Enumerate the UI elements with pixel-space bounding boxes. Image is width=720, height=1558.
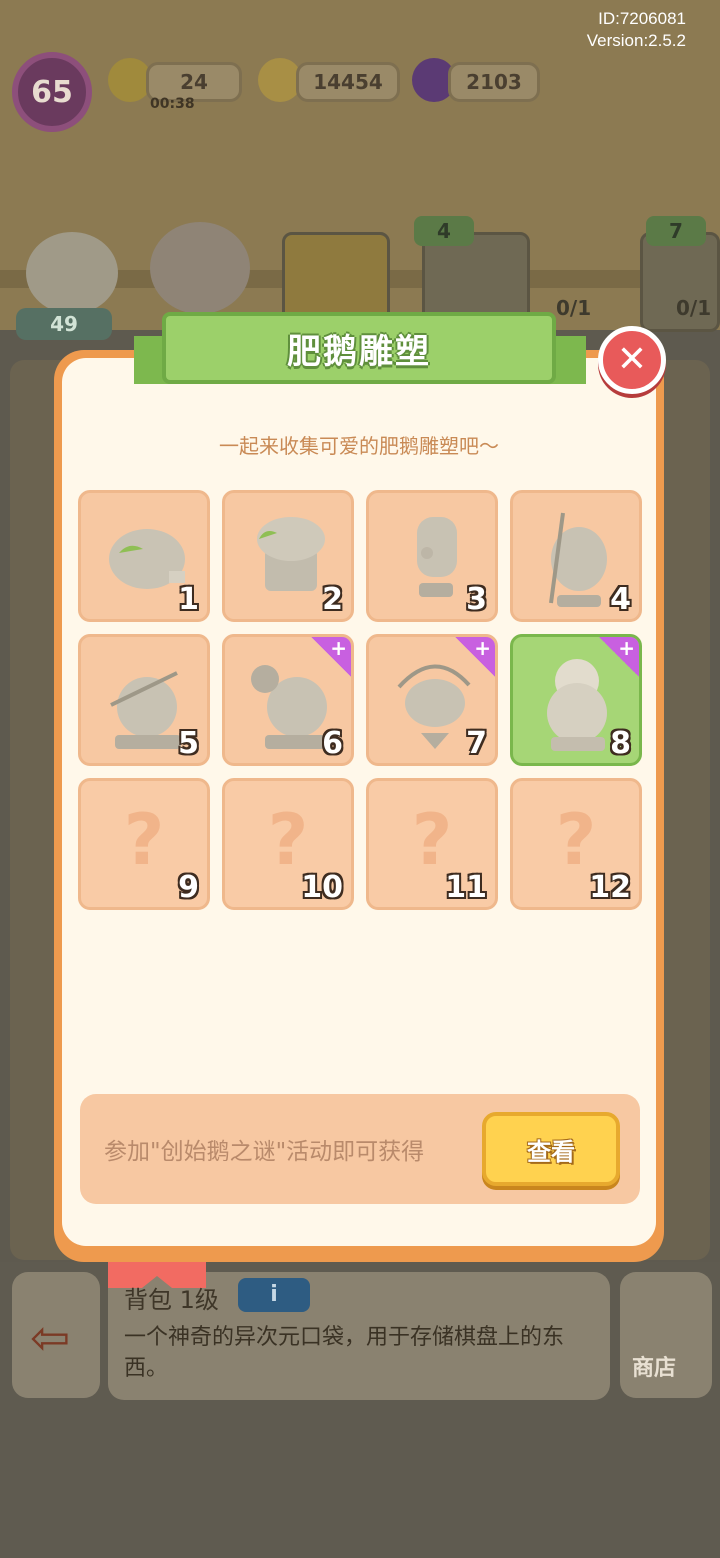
question-mark-icon: ? (267, 799, 309, 881)
view-button[interactable]: 查看 (482, 1112, 620, 1186)
shop-label: 商店 (632, 1356, 677, 1381)
info-icon: i (270, 1282, 278, 1307)
acquire-hint-text: 参加"创始鹅之谜"活动即可获得 (104, 1139, 425, 1165)
statue-tile-12[interactable]: ? 12 (510, 778, 642, 910)
statue-number: 1 (178, 582, 199, 617)
modal-subtitle: 一起来收集可爱的肥鹅雕塑吧～ (219, 434, 499, 458)
statue-tile-2[interactable]: 2 (222, 490, 354, 622)
coin-value: 14454 (313, 70, 383, 94)
new-item-flag-label: + (618, 636, 635, 660)
question-mark-icon: ? (555, 799, 597, 881)
new-item-flag-icon: + (309, 636, 351, 679)
modal-title-banner: 肥鹅雕塑 (162, 312, 556, 384)
statue-number: 3 (466, 582, 487, 617)
goose-villager-character[interactable] (150, 222, 250, 314)
statue-number: 9 (178, 870, 199, 905)
star-counter: 49 (16, 308, 112, 340)
statue-number: 12 (589, 870, 631, 905)
statue-number: 11 (445, 870, 487, 905)
goose-worker-character[interactable] (26, 232, 118, 314)
exit-button[interactable]: ⇦ (12, 1272, 100, 1398)
close-button[interactable]: ✕ (598, 326, 666, 394)
question-mark-icon: ? (411, 799, 453, 881)
item-info-button[interactable]: i (238, 1278, 310, 1312)
statue-tile-8[interactable]: +8 (510, 634, 642, 766)
statue-tile-11[interactable]: ? 11 (366, 778, 498, 910)
energy-timer: 00:38 (150, 96, 195, 112)
statue-number: 4 (610, 582, 631, 617)
order-progress-label: 0/1 (556, 296, 592, 320)
item-info-title: 背包 1级 (124, 1286, 219, 1314)
statue-tile-6[interactable]: +6 (222, 634, 354, 766)
statue-number: 8 (610, 726, 631, 761)
version-label: Version:2.5.2 (586, 31, 686, 50)
coin-counter: 14454 (296, 62, 400, 102)
gem-counter: 2103 (448, 62, 540, 102)
statue-tile-7[interactable]: +7 (366, 634, 498, 766)
exit-icon: ⇦ (30, 1310, 71, 1366)
statue-number: 2 (322, 582, 343, 617)
close-icon: ✕ (616, 339, 648, 380)
new-item-flag-label: + (474, 636, 491, 660)
statue-tile-10[interactable]: ? 10 (222, 778, 354, 910)
view-button-label: 查看 (527, 1137, 575, 1166)
new-item-flag-label: + (330, 636, 347, 660)
gem-value: 2103 (466, 70, 522, 94)
order-reward-badge-2: 7 (646, 216, 706, 246)
statue-tile-4[interactable]: 4 (510, 490, 642, 622)
statue-tile-5[interactable]: 5 (78, 634, 210, 766)
build-info: ID:7206081 Version:2.5.2 (587, 8, 686, 52)
statue-tile-9[interactable]: ? 9 (78, 778, 210, 910)
star-count-value: 49 (50, 312, 78, 336)
question-mark-icon: ? (123, 799, 165, 881)
energy-value: 24 (180, 70, 208, 94)
statue-tile-3[interactable]: 3 (366, 490, 498, 622)
new-item-flag-icon: + (597, 636, 639, 679)
player-level: 65 (31, 74, 73, 110)
player-level-badge[interactable]: 65 (12, 52, 92, 132)
player-id: ID:7206081 (598, 9, 686, 28)
order-progress-label-2: 0/1 (676, 296, 712, 320)
statue-number: 6 (322, 726, 343, 761)
statue-number: 10 (301, 870, 343, 905)
order-reward-value: 4 (437, 219, 451, 243)
statue-number: 5 (178, 726, 199, 761)
modal-title: 肥鹅雕塑 (287, 331, 431, 372)
statue-number: 7 (466, 726, 487, 761)
order-reward-badge: 4 (414, 216, 474, 246)
item-info-description: 一个神奇的异次元口袋，用于存储棋盘上的东西。 (124, 1325, 565, 1381)
order-reward-value-2: 7 (669, 219, 683, 243)
new-item-flag-icon: + (453, 636, 495, 679)
statue-tile-1[interactable]: 1 (78, 490, 210, 622)
